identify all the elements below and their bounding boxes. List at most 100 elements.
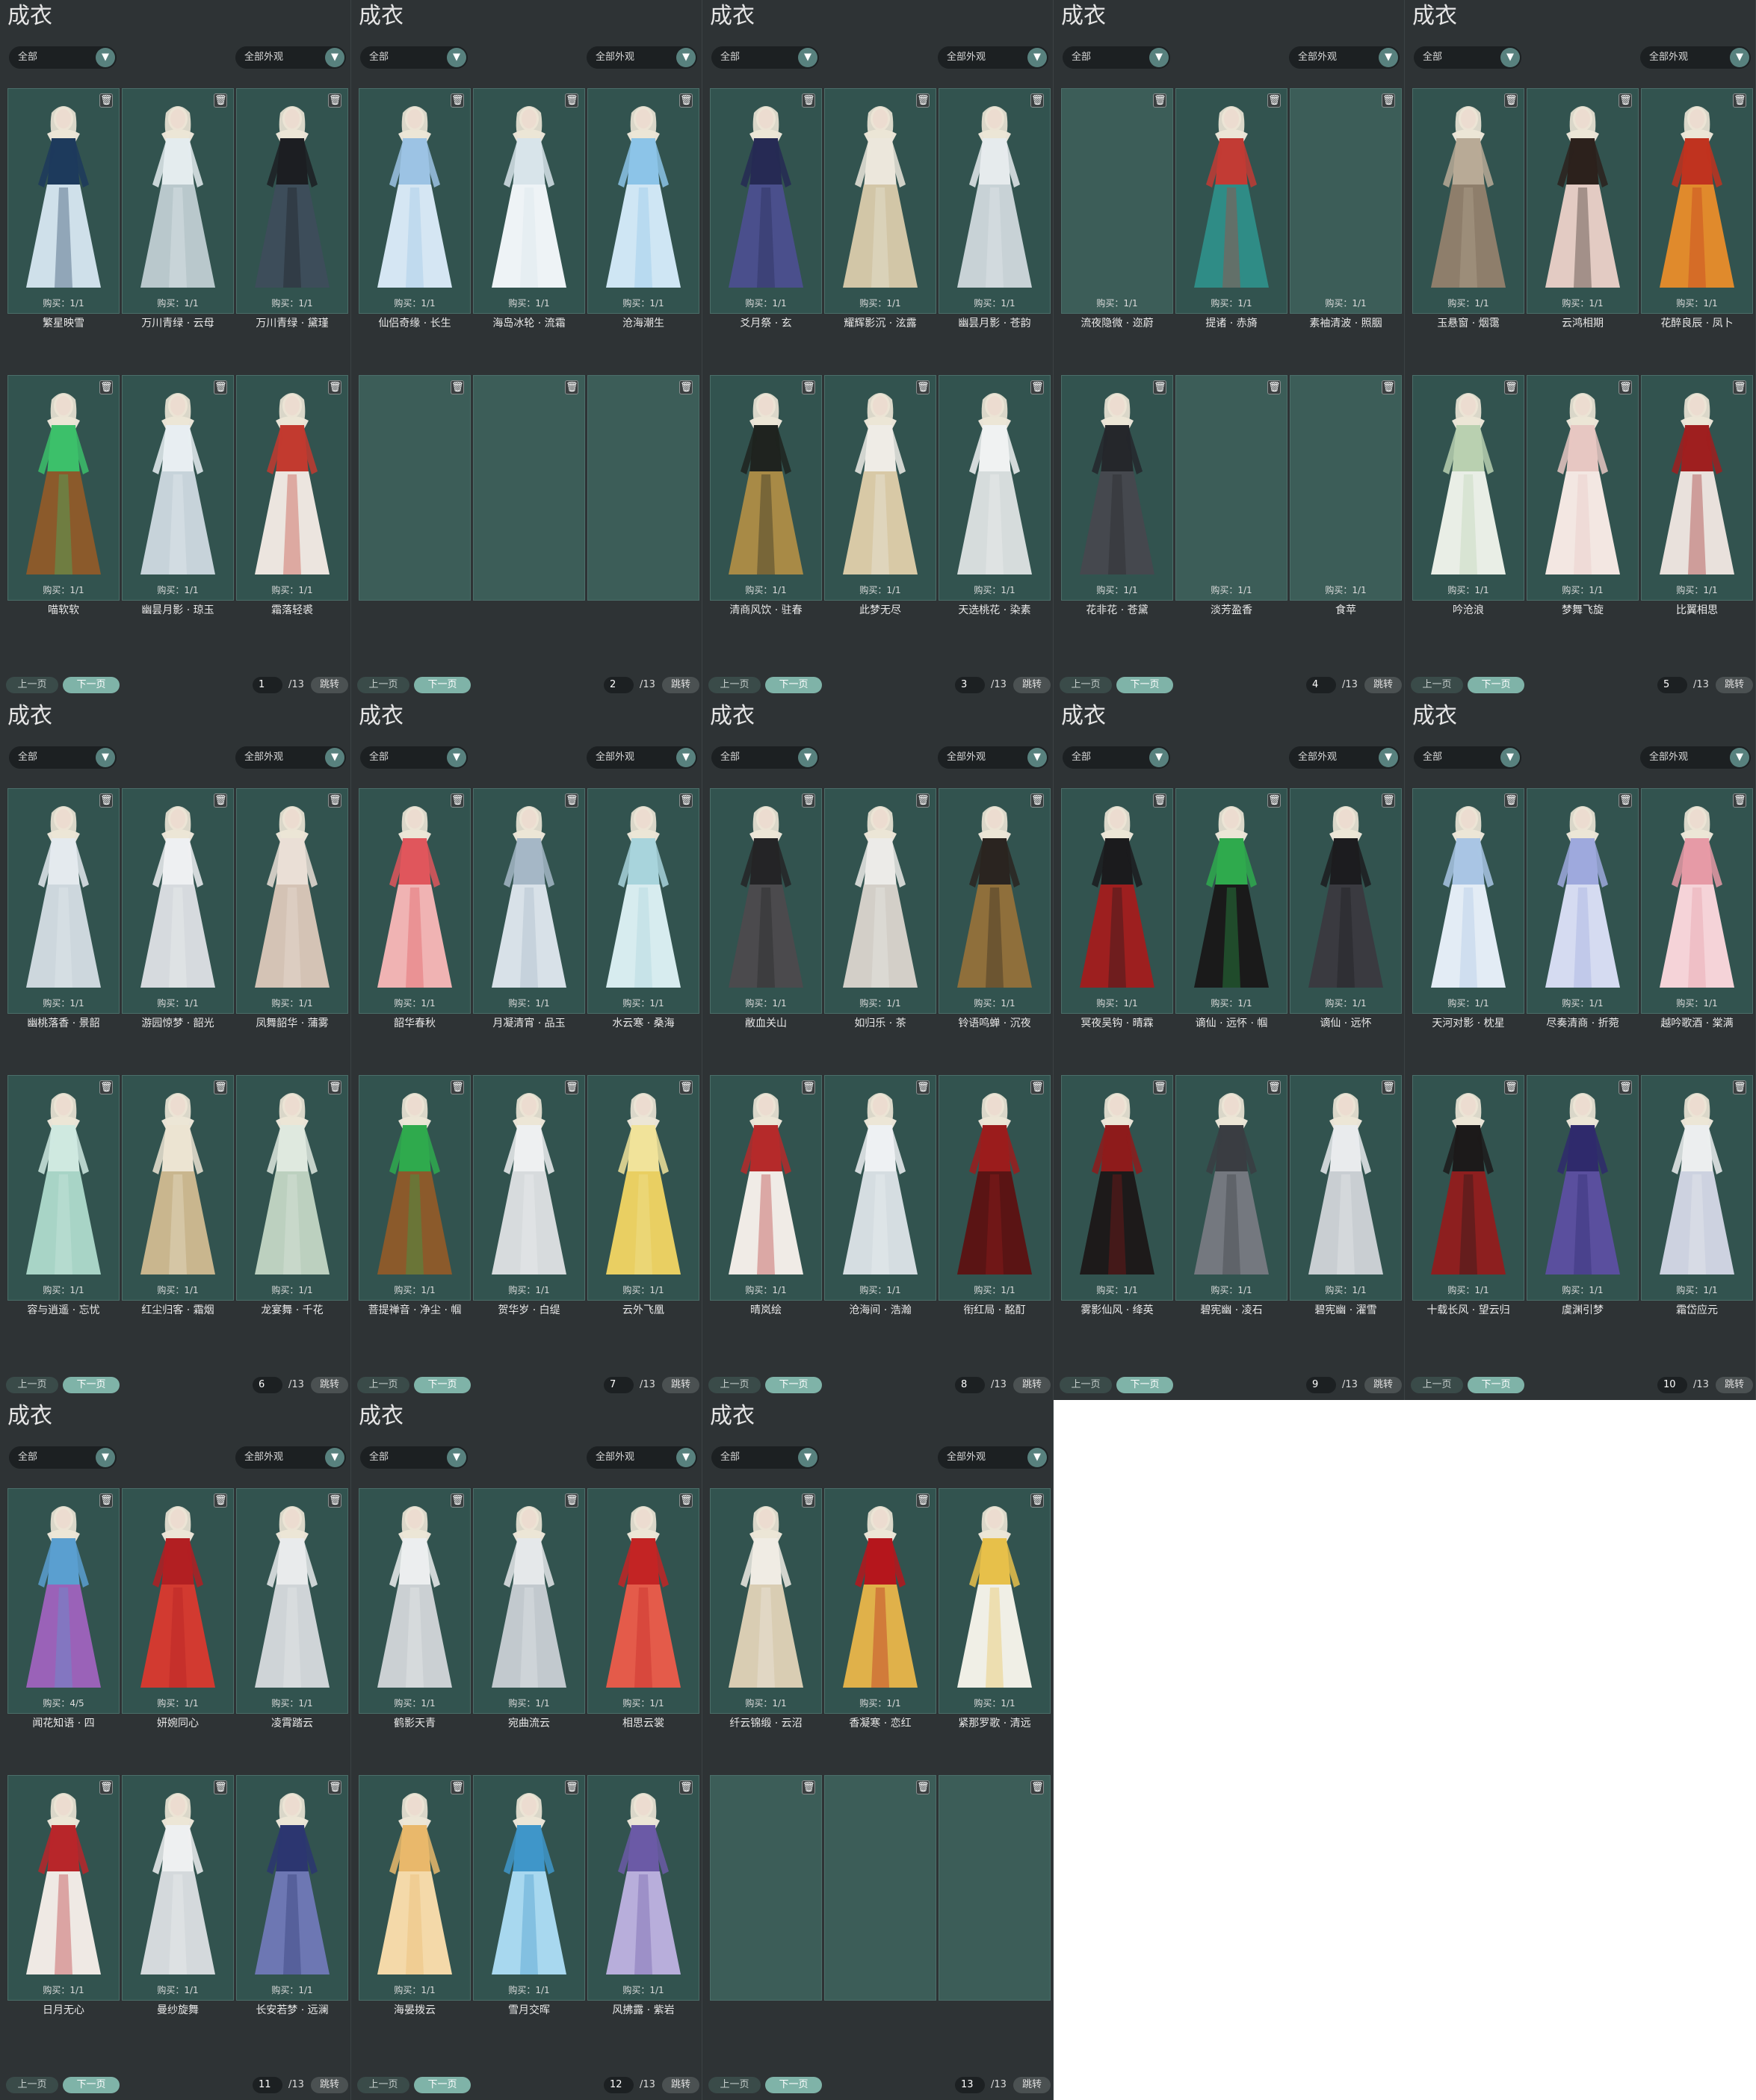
prev-page-button[interactable]: 上一页 [6,1377,58,1393]
outfit-card[interactable]: 🗑 购买：1/1 [359,1075,471,1301]
outfit-card[interactable]: 🗑 购买：1/1 [359,1775,471,2001]
outfit-card[interactable]: 🗑 购买：1/1 [939,88,1051,314]
category-filter-dropdown[interactable]: 全部 ▼ [360,746,468,769]
prev-page-button[interactable]: 上一页 [6,2077,58,2093]
trash-icon[interactable]: 🗑 [1733,380,1746,394]
appearance-filter-dropdown[interactable]: 全部外观 ▼ [587,746,697,769]
outfit-card[interactable]: 🗑 购买：1/1 [236,788,348,1014]
chevron-down-icon[interactable]: ▼ [1500,748,1520,767]
chevron-down-icon[interactable]: ▼ [798,748,817,767]
trash-icon[interactable]: 🗑 [679,1780,693,1794]
trash-icon[interactable]: 🗑 [1267,1080,1281,1094]
jump-button[interactable]: 跳转 [1716,1377,1753,1393]
appearance-filter-dropdown[interactable]: 全部外观 ▼ [235,46,346,69]
trash-icon[interactable]: 🗑 [214,793,227,808]
trash-icon[interactable]: 🗑 [916,1080,930,1094]
chevron-down-icon[interactable]: ▼ [447,748,466,767]
next-page-button[interactable]: 下一页 [1468,677,1524,693]
chevron-down-icon[interactable]: ▼ [1379,48,1398,67]
page-number-input[interactable]: 12 [604,2077,634,2093]
trash-icon[interactable]: 🗑 [1153,793,1166,808]
trash-icon[interactable]: 🗑 [802,1780,815,1794]
page-number-input[interactable]: 5 [1657,677,1687,693]
next-page-button[interactable]: 下一页 [63,2077,120,2093]
page-number-input[interactable]: 8 [955,1377,985,1393]
chevron-down-icon[interactable]: ▼ [447,1448,466,1467]
category-filter-dropdown[interactable]: 全部 ▼ [1063,746,1170,769]
outfit-card[interactable]: 🗑 购买：1/1 [236,1488,348,1714]
outfit-card[interactable]: 🗑 购买：1/1 [939,788,1051,1014]
category-filter-dropdown[interactable]: 全部 ▼ [9,746,117,769]
outfit-card[interactable]: 🗑 购买：1/1 [236,88,348,314]
outfit-card[interactable]: 🗑 购买：1/1 [1641,788,1753,1014]
outfit-card[interactable]: 🗑 购买：1/1 [7,1775,120,2001]
prev-page-button[interactable]: 上一页 [708,1377,761,1393]
chevron-down-icon[interactable]: ▼ [1500,48,1520,67]
trash-icon[interactable]: 🗑 [1267,93,1281,108]
next-page-button[interactable]: 下一页 [1468,1377,1524,1393]
category-filter-dropdown[interactable]: 全部 ▼ [711,1446,819,1469]
chevron-down-icon[interactable]: ▼ [1027,748,1047,767]
outfit-card[interactable]: 🗑 购买：1/1 [587,1488,699,1714]
outfit-card[interactable]: 🗑 购买：1/1 [1641,1075,1753,1301]
chevron-down-icon[interactable]: ▼ [676,1448,696,1467]
outfit-card[interactable]: 🗑 购买：1/1 [824,788,936,1014]
prev-page-button[interactable]: 上一页 [357,677,409,693]
trash-icon[interactable]: 🗑 [1267,380,1281,394]
chevron-down-icon[interactable]: ▼ [96,748,115,767]
appearance-filter-dropdown[interactable]: 全部外观 ▼ [1289,746,1400,769]
trash-icon[interactable]: 🗑 [802,93,815,108]
trash-icon[interactable]: 🗑 [1733,93,1746,108]
outfit-card[interactable]: 🗑 购买：1/1 [1175,375,1287,601]
trash-icon[interactable]: 🗑 [99,1080,113,1094]
chevron-down-icon[interactable]: ▼ [1730,48,1749,67]
outfit-card[interactable]: 🗑 购买：1/1 [236,1075,348,1301]
jump-button[interactable]: 跳转 [662,2077,699,2093]
trash-icon[interactable]: 🗑 [451,380,464,394]
chevron-down-icon[interactable]: ▼ [1730,748,1749,767]
trash-icon[interactable]: 🗑 [99,93,113,108]
trash-icon[interactable]: 🗑 [1030,93,1044,108]
trash-icon[interactable]: 🗑 [328,793,341,808]
outfit-card[interactable]: 🗑 购买：1/1 [1527,1075,1639,1301]
trash-icon[interactable]: 🗑 [802,793,815,808]
chevron-down-icon[interactable]: ▼ [325,1448,344,1467]
trash-icon[interactable]: 🗑 [1382,93,1395,108]
outfit-card[interactable]: 🗑 [473,375,585,601]
next-page-button[interactable]: 下一页 [63,1377,120,1393]
outfit-card[interactable]: 🗑 购买：1/1 [7,88,120,314]
page-number-input[interactable]: 2 [604,677,634,693]
trash-icon[interactable]: 🗑 [1030,1780,1044,1794]
chevron-down-icon[interactable]: ▼ [325,748,344,767]
prev-page-button[interactable]: 上一页 [357,1377,409,1393]
outfit-card[interactable]: 🗑 购买：1/1 [1175,1075,1287,1301]
trash-icon[interactable]: 🗑 [565,1080,578,1094]
page-number-input[interactable]: 4 [1306,677,1336,693]
outfit-card[interactable]: 🗑 购买：1/1 [473,88,585,314]
appearance-filter-dropdown[interactable]: 全部外观 ▼ [938,46,1048,69]
trash-icon[interactable]: 🗑 [1733,1080,1746,1094]
page-number-input[interactable]: 9 [1306,1377,1336,1393]
outfit-card[interactable]: 🗑 [710,1775,822,2001]
trash-icon[interactable]: 🗑 [451,93,464,108]
trash-icon[interactable]: 🗑 [451,1493,464,1508]
trash-icon[interactable]: 🗑 [1153,380,1166,394]
category-filter-dropdown[interactable]: 全部 ▼ [9,1446,117,1469]
outfit-card[interactable]: 🗑 购买：1/1 [236,375,348,601]
trash-icon[interactable]: 🗑 [916,793,930,808]
trash-icon[interactable]: 🗑 [214,1780,227,1794]
outfit-card[interactable]: 🗑 购买：1/1 [359,1488,471,1714]
trash-icon[interactable]: 🗑 [802,1493,815,1508]
outfit-card[interactable]: 🗑 购买：1/1 [1641,88,1753,314]
trash-icon[interactable]: 🗑 [328,1080,341,1094]
trash-icon[interactable]: 🗑 [565,380,578,394]
trash-icon[interactable]: 🗑 [679,1493,693,1508]
next-page-button[interactable]: 下一页 [63,677,120,693]
outfit-card[interactable]: 🗑 购买：1/1 [587,1775,699,2001]
outfit-card[interactable]: 🗑 购买：1/1 [710,88,822,314]
trash-icon[interactable]: 🗑 [1733,793,1746,808]
jump-button[interactable]: 跳转 [311,677,348,693]
page-number-input[interactable]: 10 [1657,1377,1687,1393]
outfit-card[interactable]: 🗑 购买：1/1 [122,1488,234,1714]
appearance-filter-dropdown[interactable]: 全部外观 ▼ [1640,746,1751,769]
